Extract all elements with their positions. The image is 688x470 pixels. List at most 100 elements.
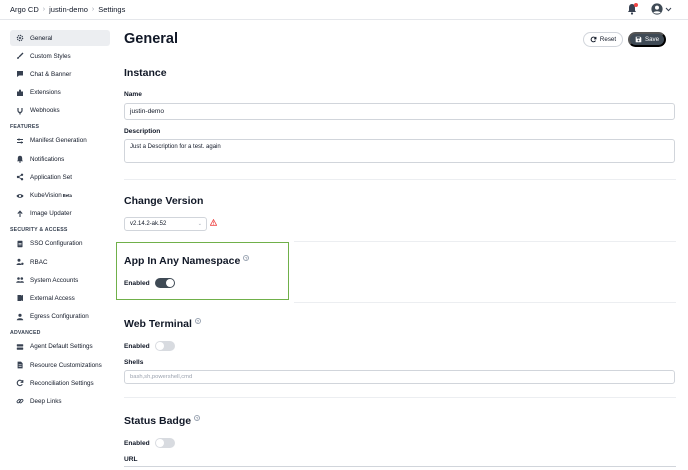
sidebar-item-deep-links[interactable]: Deep Links (10, 393, 110, 409)
sidebar-item-label: External Access (30, 294, 75, 302)
instance-section-title: Instance (124, 67, 167, 79)
sidebar-item-label: Reconciliation Settings (30, 379, 94, 387)
sliders-icon (16, 137, 24, 145)
user-circle-icon (651, 3, 663, 15)
brush-icon (16, 52, 24, 60)
status-badge-toggle[interactable] (155, 438, 175, 448)
bell-icon[interactable] (627, 3, 638, 15)
highlighted-section-outline (116, 242, 289, 300)
status-badge-title-text: Status Badge (124, 415, 192, 427)
sidebar-item-kubevision[interactable]: KubeVision Beta (10, 188, 110, 204)
header-actions (627, 3, 672, 15)
sidebar-item-rbac[interactable]: RBAC (10, 254, 110, 270)
document-icon (16, 361, 24, 369)
user-gear-icon (16, 258, 24, 266)
url-label: URL (124, 456, 138, 463)
name-label: Name (124, 91, 142, 98)
sidebar-item-label: Application Set (30, 173, 73, 181)
section-divider (294, 302, 676, 303)
sidebar-item-label: Chat & Banner (30, 70, 72, 78)
id-card-icon (16, 240, 24, 248)
sidebar-item-label: General (30, 34, 53, 42)
floppy-disk-icon (635, 36, 642, 43)
shells-placeholder: bash,sh,powershell,cmd (130, 374, 193, 380)
sidebar-item-manifest-generation[interactable]: Manifest Generation (10, 133, 110, 149)
chevron-down-icon (665, 7, 672, 11)
link-icon (16, 397, 24, 405)
notification-dot (634, 3, 638, 7)
refresh-icon (16, 379, 24, 387)
webhook-icon (16, 107, 24, 115)
sidebar-section-security-access: SECURITY & ACCESS (10, 226, 68, 233)
warning-icon[interactable] (210, 219, 217, 226)
sidebar-item-custom-styles[interactable]: Custom Styles (10, 48, 110, 64)
help-icon[interactable]: ? (194, 415, 201, 421)
sidebar-item-label: Custom Styles (30, 52, 71, 60)
status-badge-title: Status Badge? (124, 415, 201, 427)
puzzle-icon (16, 89, 24, 97)
sidebar-item-application-set[interactable]: Application Set (10, 169, 110, 185)
sidebar-item-notifications[interactable]: Notifications (10, 151, 110, 167)
description-textarea[interactable]: Just a Description for a test. again (124, 139, 675, 163)
sidebar-item-sso-configuration[interactable]: SSO Configuration (10, 236, 110, 252)
gear-icon (16, 34, 24, 42)
sidebar-item-label: Notifications (30, 155, 65, 163)
sidebar-item-external-access[interactable]: External Access (10, 290, 110, 306)
sidebar-item-label: Webhooks (30, 107, 60, 115)
section-divider (294, 241, 676, 242)
name-input[interactable]: justin-demo (124, 103, 675, 120)
version-select-value: v2.14.2-ak.52 (130, 221, 167, 227)
sidebar-item-label: Resource Customizations (30, 361, 102, 369)
web-terminal-title-text: Web Terminal (124, 318, 192, 330)
sidebar-item-resource-customizations[interactable]: Resource Customizations (10, 357, 110, 373)
sidebar-item-label: Extensions (30, 89, 61, 97)
share-icon (16, 173, 24, 181)
sidebar-item-label: System Accounts (30, 276, 79, 284)
description-label: Description (124, 128, 161, 135)
save-button[interactable]: Save (628, 32, 666, 47)
sidebar-item-agent-default-settings[interactable]: Agent Default Settings (10, 339, 110, 355)
chat-icon (16, 70, 24, 78)
shells-input[interactable]: bash,sh,powershell,cmd (124, 370, 675, 384)
toggle-knob (156, 439, 164, 447)
sidebar-section-advanced: ADVANCED (10, 329, 41, 336)
breadcrumb-argo-cd[interactable]: Argo CD (10, 5, 39, 14)
help-icon[interactable]: ? (194, 318, 201, 324)
sidebar-item-label: KubeVision (30, 192, 62, 199)
sidebar-item-general[interactable]: General (10, 30, 110, 46)
sidebar-item-webhooks[interactable]: Webhooks (10, 103, 110, 119)
sidebar-item-system-accounts[interactable]: System Accounts (10, 272, 110, 288)
sidebar-item-label: Image Updater (30, 210, 72, 218)
sidebar-item-label: Deep Links (30, 397, 62, 405)
section-divider (124, 397, 676, 398)
sidebar-item-chat-banner[interactable]: Chat & Banner (10, 66, 110, 82)
sidebar-item-label: RBAC (30, 258, 48, 266)
sidebar-item-reconciliation-settings[interactable]: Reconciliation Settings (10, 375, 110, 391)
sidebar-item-label: Manifest Generation (30, 137, 87, 145)
sidebar-item-extensions[interactable]: Extensions (10, 85, 110, 101)
refresh-icon (590, 36, 597, 43)
page-title: General (124, 31, 178, 47)
url-input-top-edge (124, 466, 676, 467)
door-icon (16, 294, 24, 302)
web-terminal-enabled-label: Enabled (124, 343, 150, 350)
status-badge-enabled-label: Enabled (124, 440, 150, 447)
version-select[interactable]: v2.14.2-ak.52 ⌄ (124, 217, 207, 231)
web-terminal-title: Web Terminal? (124, 318, 201, 330)
breadcrumb-instance[interactable]: justin-demo (49, 5, 88, 14)
sidebar-item-label: Agent Default Settings (30, 343, 93, 351)
sidebar-section-features: FEATURES (10, 123, 40, 130)
user-shield-icon (16, 313, 24, 321)
sidebar-item-egress-configuration[interactable]: Egress Configuration (10, 309, 110, 325)
section-divider (124, 179, 676, 180)
reset-button[interactable]: Reset (583, 32, 623, 47)
web-terminal-toggle[interactable] (155, 341, 175, 351)
bell-icon (16, 155, 24, 163)
top-bar: Argo CD › justin-demo › Settings (0, 0, 688, 20)
breadcrumb-settings: Settings (98, 5, 126, 14)
shells-label: Shells (124, 359, 144, 366)
user-menu[interactable] (651, 3, 672, 15)
sidebar-item-image-updater[interactable]: Image Updater (10, 206, 110, 222)
arrow-up-icon (16, 210, 24, 218)
toggle-knob (156, 342, 164, 350)
